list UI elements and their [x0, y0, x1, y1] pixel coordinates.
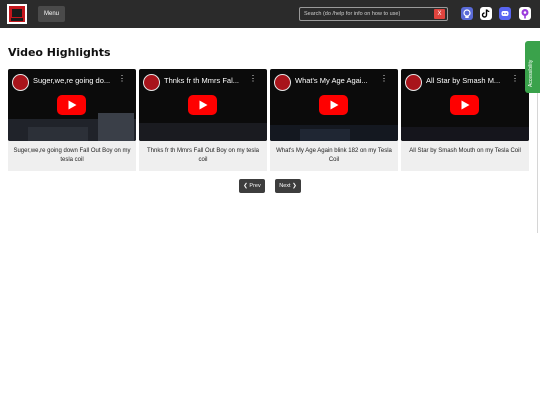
top-navigation-bar: Menu Search (do /help for info on how to… [0, 0, 540, 28]
channel-avatar[interactable] [143, 74, 160, 91]
youtube-play-icon[interactable] [188, 95, 217, 115]
side-divider [537, 93, 538, 233]
youtube-play-icon[interactable] [450, 95, 479, 115]
more-options-icon[interactable]: ⋮ [249, 75, 257, 83]
channel-avatar[interactable] [405, 74, 422, 91]
accessibility-tab-label: Accessibility [528, 59, 534, 87]
video-card: All Star by Smash M... ⋮ All Star by Sma… [401, 69, 529, 171]
video-title[interactable]: All Star by Smash M... [426, 76, 514, 85]
search-placeholder: Search (do /help for info on how to use) [304, 11, 401, 17]
video-title[interactable]: Thnks fr th Mmrs Fal... [164, 76, 252, 85]
channel-avatar[interactable] [274, 74, 291, 91]
video-card: Suger,we,re going do... ⋮ Suger,we,re go… [8, 69, 136, 171]
video-caption: All Star by Smash Mouth on my Tesla Coil [409, 148, 521, 154]
more-options-icon[interactable]: ⋮ [380, 75, 388, 83]
podcast-icon[interactable] [519, 7, 531, 20]
video-caption: Thnks fr th Mmrs Fall Out Boy on my tesl… [146, 148, 260, 163]
video-caption: What's My Age Again blink 182 on my Tesl… [276, 148, 392, 163]
video-title[interactable]: Suger,we,re going do... [33, 76, 121, 85]
video-caption: Suger,we,re going down Fall Out Boy on m… [13, 148, 131, 163]
video-title[interactable]: What's My Age Agai... [295, 76, 383, 85]
video-card: What's My Age Agai... ⋮ What's My Age Ag… [270, 69, 398, 171]
search-input[interactable]: Search (do /help for info on how to use)… [299, 7, 448, 21]
video-thumbnail[interactable]: Suger,we,re going do... ⋮ [8, 69, 136, 141]
channel-avatar[interactable] [12, 74, 29, 91]
prev-page-button[interactable]: ❮ Prev [239, 179, 265, 193]
section-title: Video Highlights [8, 46, 111, 59]
more-options-icon[interactable]: ⋮ [118, 75, 126, 83]
video-thumbnail[interactable]: Thnks fr th Mmrs Fal... ⋮ [139, 69, 267, 141]
menu-button[interactable]: Menu [38, 6, 65, 22]
site-logo[interactable] [7, 4, 27, 24]
video-thumbnail[interactable]: All Star by Smash M... ⋮ [401, 69, 529, 141]
youtube-play-icon[interactable] [57, 95, 86, 115]
next-page-button[interactable]: Next ❯ [275, 179, 301, 193]
github-icon[interactable] [461, 7, 473, 20]
clear-search-button[interactable]: X [434, 9, 445, 19]
youtube-play-icon[interactable] [319, 95, 348, 115]
video-card: Thnks fr th Mmrs Fal... ⋮ Thnks fr th Mm… [139, 69, 267, 171]
video-thumbnail[interactable]: What's My Age Agai... ⋮ [270, 69, 398, 141]
more-options-icon[interactable]: ⋮ [511, 75, 519, 83]
accessibility-tab[interactable]: Accessibility [525, 41, 540, 93]
discord-icon[interactable] [499, 7, 511, 20]
tiktok-icon[interactable] [480, 7, 492, 20]
